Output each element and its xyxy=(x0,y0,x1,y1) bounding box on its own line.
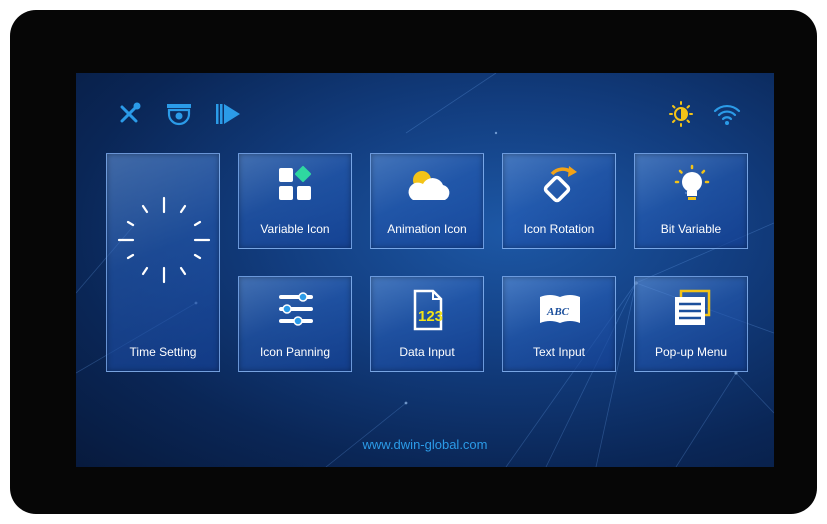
tile-animation-icon[interactable]: Animation Icon xyxy=(370,153,484,249)
tile-icon-panning[interactable]: Icon Panning xyxy=(238,276,352,372)
tile-data-input[interactable]: 123 Data Input xyxy=(370,276,484,372)
display-screen: Time Setting Variable Icon Animation Ico… xyxy=(76,73,774,467)
tile-label: Data Input xyxy=(399,345,455,359)
number-file-icon: 123 xyxy=(403,287,453,333)
book-abc-icon: ABC xyxy=(535,287,585,333)
tile-label: Time Setting xyxy=(129,345,197,359)
svg-text:ABC: ABC xyxy=(546,306,570,318)
lightbulb-icon xyxy=(667,164,717,210)
play-icon[interactable] xyxy=(212,101,242,127)
tile-label: Variable Icon xyxy=(260,222,330,236)
tile-variable-icon[interactable]: Variable Icon xyxy=(238,153,352,249)
sliders-icon xyxy=(271,287,321,333)
tile-icon-rotation[interactable]: Icon Rotation xyxy=(502,153,616,249)
wrench-screwdriver-icon[interactable] xyxy=(116,101,146,127)
tile-label: Bit Variable xyxy=(660,222,722,236)
menu-icon xyxy=(667,287,717,333)
camera-icon[interactable] xyxy=(164,101,194,127)
tile-label: Animation Icon xyxy=(387,222,467,236)
wifi-icon[interactable] xyxy=(712,101,742,127)
tile-text-input[interactable]: ABC Text Input xyxy=(502,276,616,372)
cloud-sun-icon xyxy=(403,164,453,210)
tile-label: Text Input xyxy=(532,345,586,359)
tile-time-setting[interactable]: Time Setting xyxy=(106,153,220,372)
tile-label: Icon Rotation xyxy=(523,222,595,236)
variable-icon xyxy=(271,164,321,210)
tile-label: Pop-up Menu xyxy=(654,345,728,359)
svg-text:123: 123 xyxy=(418,308,443,325)
brightness-icon[interactable] xyxy=(666,101,696,127)
tile-label: Icon Panning xyxy=(259,345,331,359)
clock-icon xyxy=(109,180,219,300)
website-link[interactable]: www.dwin-global.com xyxy=(76,437,774,452)
tile-popup-menu[interactable]: Pop-up Menu xyxy=(634,276,748,372)
tile-bit-variable[interactable]: Bit Variable xyxy=(634,153,748,249)
rotation-icon xyxy=(535,164,585,210)
